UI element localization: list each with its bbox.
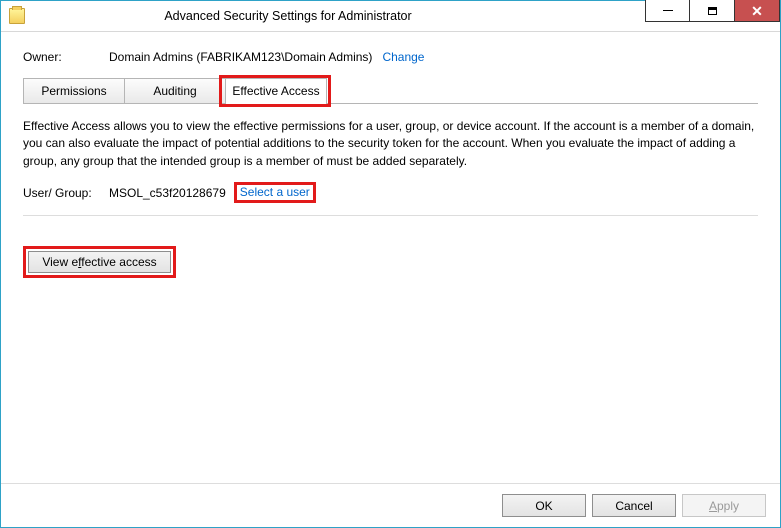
ok-button[interactable]: OK <box>502 494 586 517</box>
folder-icon <box>9 8 25 24</box>
user-group-label: User/ Group: <box>23 186 109 200</box>
window-title: Advanced Security Settings for Administr… <box>0 9 645 23</box>
titlebar: Advanced Security Settings for Administr… <box>1 1 780 32</box>
effective-access-description: Effective Access allows you to view the … <box>23 118 758 170</box>
highlight-view-effective-access: View effective access <box>23 246 176 278</box>
user-group-value: MSOL_c53f20128679 <box>109 186 226 200</box>
tab-strip: Permissions Auditing Effective Access <box>23 78 758 104</box>
maximize-icon <box>708 7 717 15</box>
security-settings-window: Advanced Security Settings for Administr… <box>0 0 781 528</box>
owner-row: Owner: Domain Admins (FABRIKAM123\Domain… <box>23 50 758 64</box>
divider <box>23 215 758 216</box>
minimize-button[interactable] <box>645 0 690 22</box>
select-user-link[interactable]: Select a user <box>240 185 310 199</box>
tab-auditing[interactable]: Auditing <box>124 78 226 103</box>
content-area: Owner: Domain Admins (FABRIKAM123\Domain… <box>1 32 780 483</box>
cancel-button[interactable]: Cancel <box>592 494 676 517</box>
user-group-row: User/ Group: MSOL_c53f20128679 Select a … <box>23 182 758 203</box>
tab-permissions[interactable]: Permissions <box>23 78 125 103</box>
maximize-button[interactable] <box>690 0 735 22</box>
tab-effective-access[interactable]: Effective Access <box>225 78 327 103</box>
apply-button: Apply <box>682 494 766 517</box>
highlight-select-user: Select a user <box>234 182 316 203</box>
close-button[interactable]: ✕ <box>735 0 780 22</box>
close-icon: ✕ <box>751 4 763 18</box>
window-controls: ✕ <box>645 1 780 31</box>
change-owner-link[interactable]: Change <box>382 50 424 64</box>
dialog-footer: OK Cancel Apply <box>1 483 780 527</box>
minimize-icon <box>663 10 673 12</box>
owner-value: Domain Admins (FABRIKAM123\Domain Admins… <box>109 50 372 64</box>
view-effective-access-button[interactable]: View effective access <box>28 251 171 273</box>
owner-label: Owner: <box>23 50 109 64</box>
